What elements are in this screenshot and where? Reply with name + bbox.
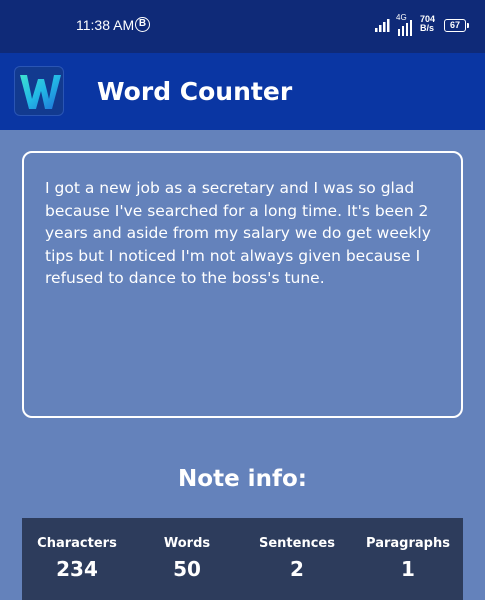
app-bar: Word Counter <box>0 53 485 130</box>
stat-words: Words 50 <box>132 536 242 581</box>
note-text[interactable]: I got a new job as a secretary and I was… <box>45 177 445 290</box>
stat-label: Paragraphs <box>366 536 450 551</box>
stat-value: 50 <box>173 557 201 581</box>
stat-value: 234 <box>56 557 98 581</box>
stat-sentences: Sentences 2 <box>242 536 352 581</box>
w-logo-icon <box>14 66 64 116</box>
stat-value: 2 <box>290 557 304 581</box>
battery-level: 67 <box>449 20 460 30</box>
note-textarea[interactable]: I got a new job as a secretary and I was… <box>22 151 463 418</box>
stat-value: 1 <box>401 557 415 581</box>
network-speed: 704 B/s <box>420 15 435 33</box>
battery-icon: 67 <box>444 19 469 32</box>
stat-paragraphs: Paragraphs 1 <box>353 536 463 581</box>
stat-label: Sentences <box>259 536 335 551</box>
stat-label: Characters <box>37 536 117 551</box>
b-icon: B <box>135 17 150 32</box>
note-info-title: Note info: <box>178 466 307 492</box>
app-title: Word Counter <box>97 77 293 106</box>
stats-panel: Characters 234 Words 50 Sentences 2 Para… <box>22 518 463 600</box>
status-bar: 11:38 AM B 4G 704 B/s 67 <box>0 0 485 53</box>
status-time: 11:38 AM <box>76 17 135 33</box>
speed-unit: B/s <box>420 23 435 33</box>
stat-characters: Characters 234 <box>22 536 132 581</box>
signal-icon <box>375 19 390 32</box>
signal-icon-2 <box>398 20 412 36</box>
stat-label: Words <box>163 536 211 551</box>
